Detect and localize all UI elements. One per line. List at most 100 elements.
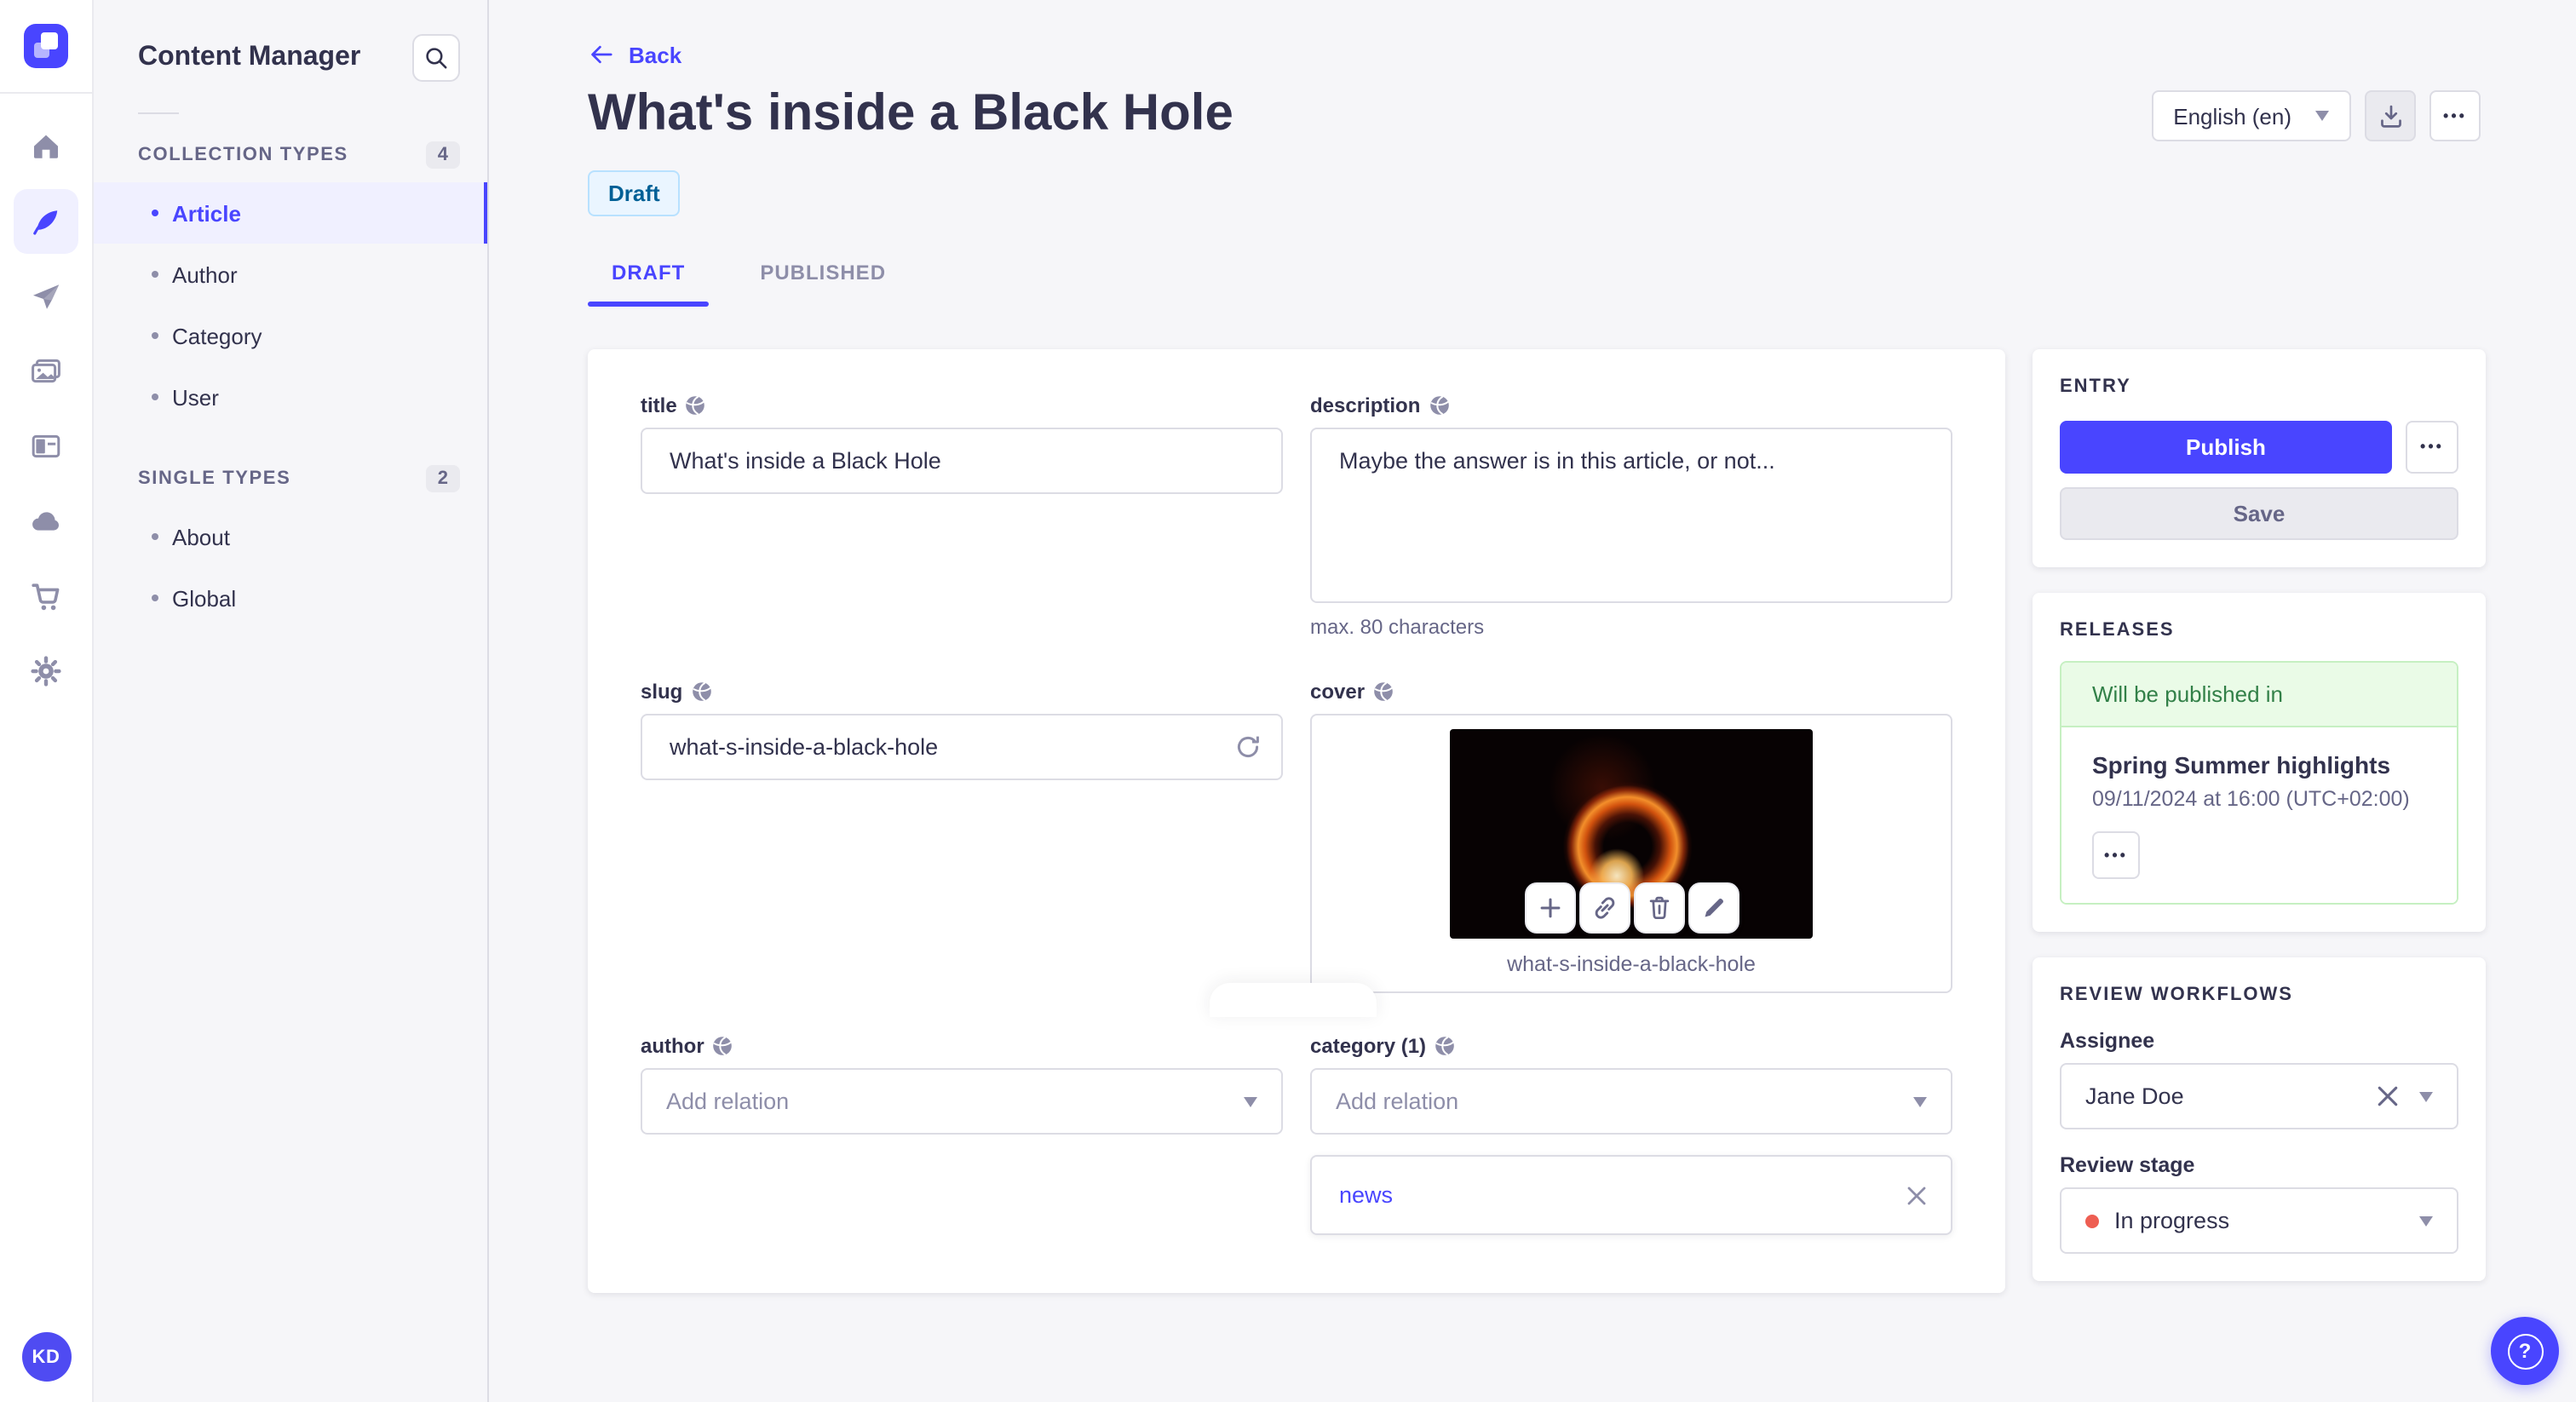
section-label: SINGLE TYPES xyxy=(138,468,291,489)
download-icon xyxy=(2376,101,2405,130)
field-slug: slug xyxy=(641,680,1283,993)
bullet-icon xyxy=(152,394,158,400)
clear-assignee-icon[interactable] xyxy=(2377,1085,2399,1107)
tab-draft[interactable]: DRAFT xyxy=(588,261,710,307)
app-root: KD Content Manager COLLECTION TYPES 4 Ar… xyxy=(0,0,2576,1402)
ellipsis-icon: ••• xyxy=(2104,846,2128,863)
release-card: Will be published in Spring Summer highl… xyxy=(2060,661,2458,905)
single-types-list: About Global xyxy=(94,506,487,629)
section-count-badge: 2 xyxy=(425,465,460,492)
rail-divider xyxy=(0,92,93,94)
feather-icon xyxy=(29,204,63,238)
plus-icon xyxy=(1534,893,1565,923)
nav-content-type-builder-button[interactable] xyxy=(14,414,78,479)
sidebar-item-user[interactable]: User xyxy=(94,366,487,428)
version-tabs: DRAFT PUBLISHED xyxy=(588,261,2576,307)
section-collection-types: COLLECTION TYPES 4 xyxy=(94,141,487,169)
title-input[interactable] xyxy=(641,428,1283,494)
nav-deploy-button[interactable] xyxy=(14,489,78,554)
delete-button[interactable] xyxy=(1633,882,1684,934)
field-cover: cover what-s-inside-a-black-hole xyxy=(1310,680,1952,993)
nav-home-button[interactable] xyxy=(14,114,78,179)
layout-icon xyxy=(29,429,63,463)
section-single-types: SINGLE TYPES 2 xyxy=(94,465,487,492)
nav-rail: KD xyxy=(0,0,94,1402)
description-hint: max. 80 characters xyxy=(1310,615,1485,639)
author-relation-select[interactable]: Add relation xyxy=(641,1068,1283,1135)
media-icon xyxy=(29,354,63,388)
chevron-down-icon xyxy=(2419,1091,2433,1101)
home-icon xyxy=(29,129,63,164)
cover-image-black-hole xyxy=(1450,729,1813,939)
relation-link[interactable]: news xyxy=(1339,1182,1906,1208)
field-author: author Add relation xyxy=(641,1034,1283,1235)
nav-releases-button[interactable] xyxy=(14,264,78,329)
tab-published[interactable]: PUBLISHED xyxy=(736,261,910,307)
trash-icon xyxy=(1643,893,1674,923)
copy-link-button[interactable] xyxy=(1578,882,1630,934)
search-button[interactable] xyxy=(412,34,460,82)
nav-settings-button[interactable] xyxy=(14,639,78,704)
review-stage-select[interactable]: In progress xyxy=(2060,1187,2458,1254)
nav-content-manager-button[interactable] xyxy=(14,189,78,254)
category-relation-select[interactable]: Add relation xyxy=(1310,1068,1952,1135)
edit-form-card: title description Maybe the answer is in… xyxy=(588,349,2005,1293)
assignee-label: Assignee xyxy=(2060,1029,2155,1053)
globe-icon xyxy=(686,395,706,416)
download-button[interactable] xyxy=(2365,90,2416,141)
edit-button[interactable] xyxy=(1688,882,1739,934)
collection-types-list: Article Author Category User xyxy=(94,182,487,428)
releases-panel-title: RELEASES xyxy=(2060,620,2175,641)
sidebar-item-global[interactable]: Global xyxy=(94,567,487,629)
gear-icon xyxy=(29,654,63,688)
regenerate-icon[interactable] xyxy=(1233,733,1262,761)
sidebar-item-article[interactable]: Article xyxy=(94,182,487,244)
locale-select[interactable]: English (en) xyxy=(2151,90,2351,141)
bullet-icon xyxy=(152,210,158,216)
section-count-badge: 4 xyxy=(425,141,460,169)
entry-more-button[interactable]: ••• xyxy=(2406,421,2458,474)
chevron-down-icon xyxy=(1913,1096,1927,1106)
review-stage-label: Review stage xyxy=(2060,1153,2195,1177)
strapi-logo[interactable] xyxy=(24,24,68,68)
remove-relation-icon[interactable] xyxy=(1906,1185,1927,1205)
nav-marketplace-button[interactable] xyxy=(14,564,78,629)
release-name[interactable]: Spring Summer highlights xyxy=(2092,751,2426,779)
description-textarea[interactable]: Maybe the answer is in this article, or … xyxy=(1310,428,1952,603)
field-title: title xyxy=(641,394,1283,639)
status-badge: Draft xyxy=(588,170,681,216)
cover-filename: what-s-inside-a-black-hole xyxy=(1507,952,1756,976)
release-more-button[interactable]: ••• xyxy=(2092,831,2140,879)
sidebar-item-author[interactable]: Author xyxy=(94,244,487,305)
bullet-icon xyxy=(152,533,158,540)
main-content: Back What's inside a Black Hole Draft En… xyxy=(489,0,2576,1402)
sidebar-item-about[interactable]: About xyxy=(94,506,487,567)
review-panel-title: REVIEW WORKFLOWS xyxy=(2060,985,2293,1005)
globe-icon xyxy=(1373,681,1394,702)
link-icon xyxy=(1589,893,1619,923)
sidebar-item-category[interactable]: Category xyxy=(94,305,487,366)
ellipsis-icon: ••• xyxy=(2420,438,2444,455)
globe-icon xyxy=(1435,1036,1455,1056)
release-date: 09/11/2024 at 16:00 (UTC+02:00) xyxy=(2092,787,2410,811)
cart-icon xyxy=(29,579,63,613)
add-media-button[interactable] xyxy=(1524,882,1575,934)
side-panels: ENTRY Publish ••• Save RELEASES Will be … xyxy=(2033,349,2486,1281)
assignee-select[interactable]: Jane Doe xyxy=(2060,1063,2458,1129)
help-button[interactable]: ? xyxy=(2491,1317,2559,1385)
globe-icon xyxy=(713,1036,733,1056)
more-options-button[interactable]: ••• xyxy=(2429,90,2481,141)
stage-status-dot xyxy=(2085,1214,2099,1227)
back-link[interactable]: Back xyxy=(588,41,681,68)
chevron-down-icon xyxy=(2419,1215,2433,1226)
slug-input[interactable] xyxy=(641,714,1283,780)
publish-button[interactable]: Publish xyxy=(2060,421,2392,474)
paper-plane-icon xyxy=(29,279,63,313)
globe-icon xyxy=(691,681,711,702)
bullet-icon xyxy=(152,271,158,278)
nav-media-library-button[interactable] xyxy=(14,339,78,404)
save-button[interactable]: Save xyxy=(2060,487,2458,540)
chevron-down-icon xyxy=(2315,111,2329,121)
user-avatar[interactable]: KD xyxy=(21,1332,71,1382)
section-label: COLLECTION TYPES xyxy=(138,145,348,165)
